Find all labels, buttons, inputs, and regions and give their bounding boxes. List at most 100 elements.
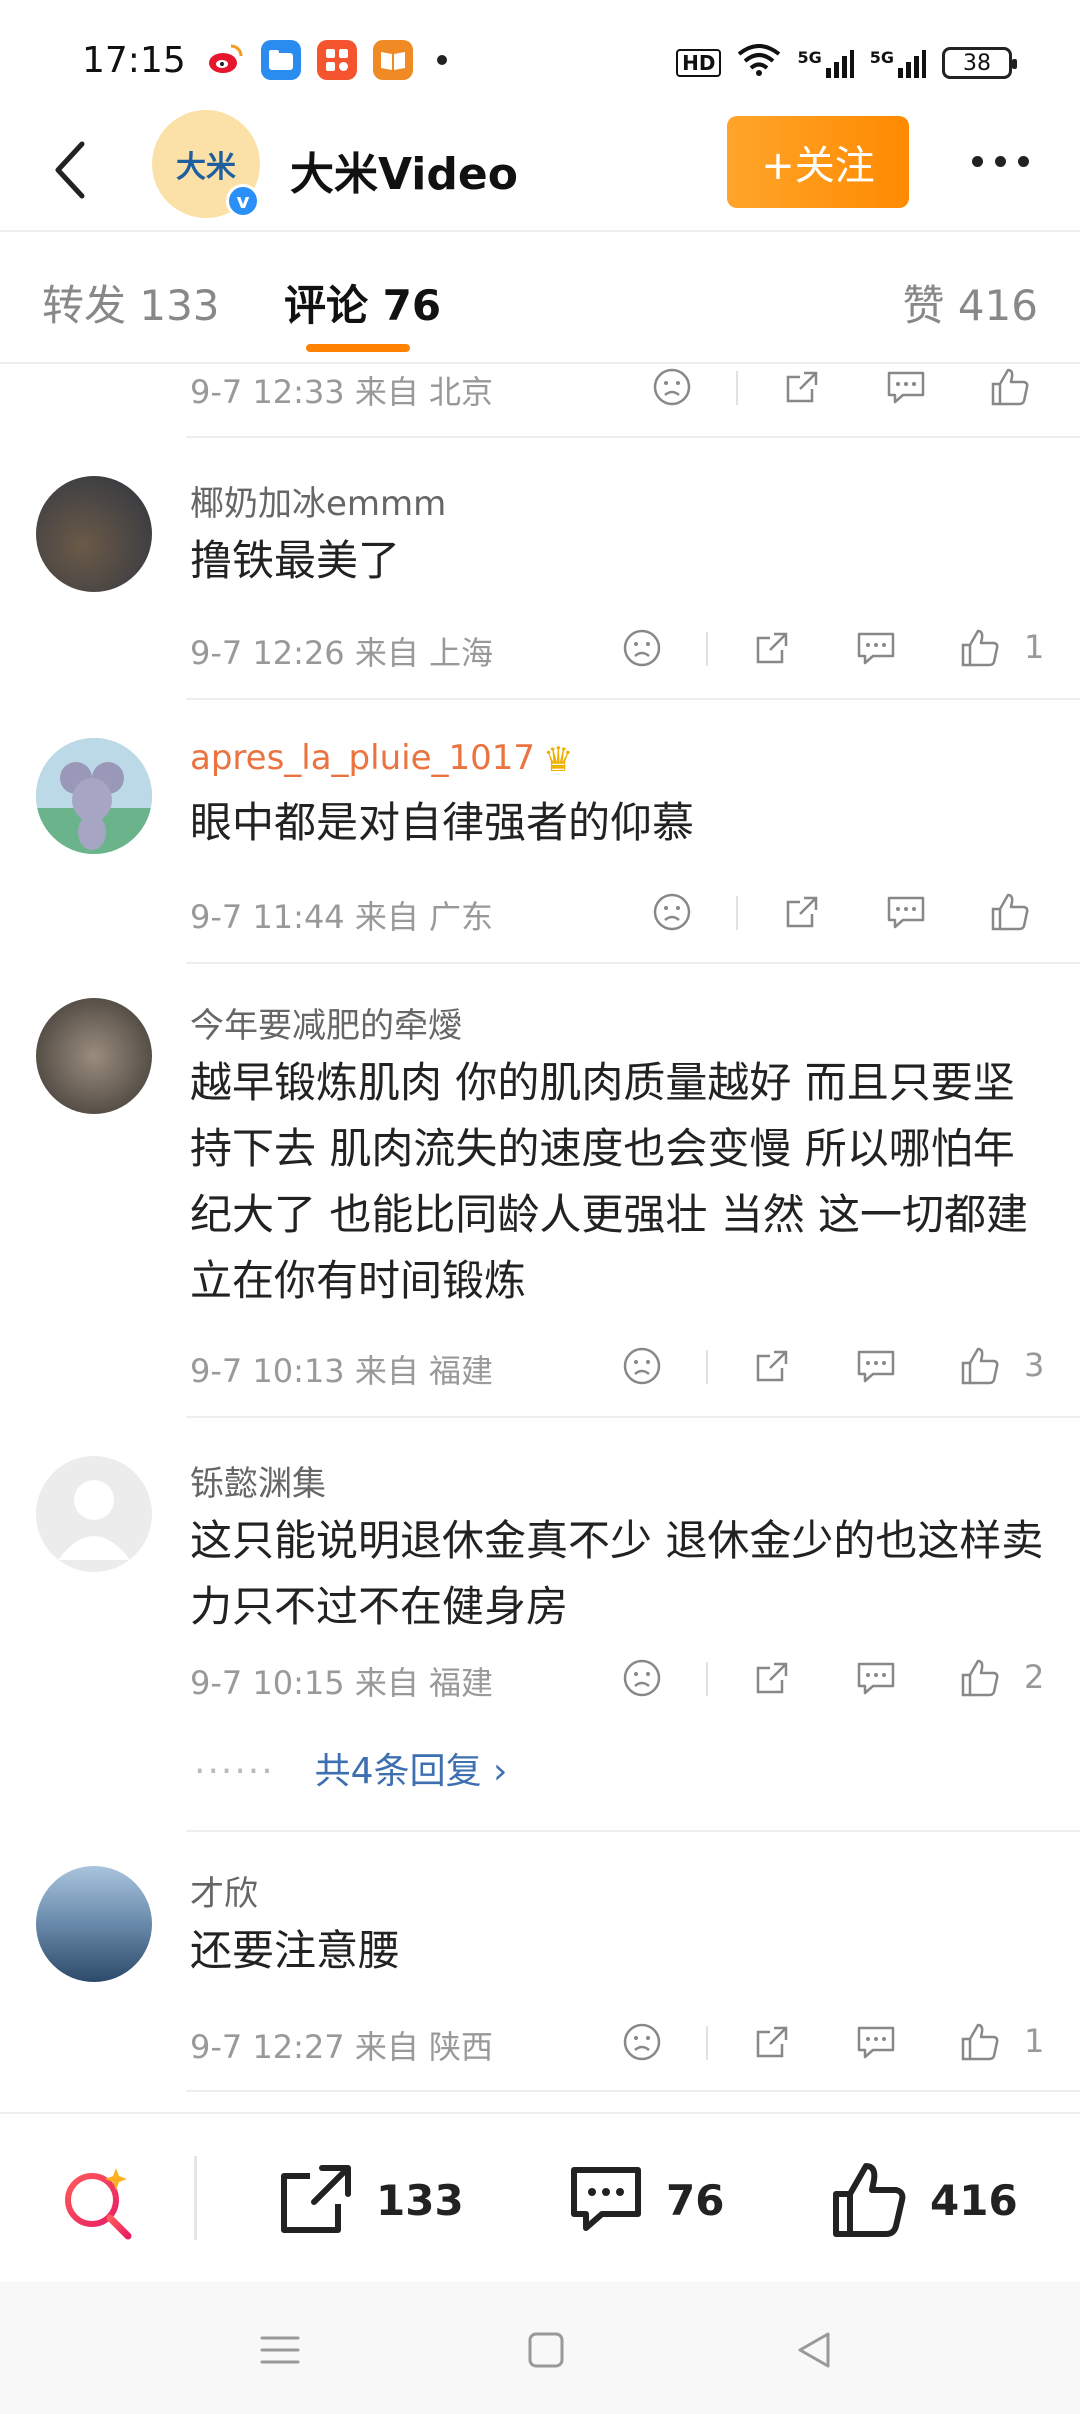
battery-icon: 38 xyxy=(942,47,1017,79)
like-button[interactable] xyxy=(988,365,1032,409)
comment-meta-row: 9-7 10:15 来自 福建 2 xyxy=(0,1648,1080,1708)
share-icon xyxy=(786,896,818,928)
comment-username[interactable]: apres_la_pluie_1017 ♛ xyxy=(190,738,574,780)
action-separator xyxy=(736,371,738,405)
comment-bubble-icon xyxy=(887,371,925,404)
user-avatar[interactable] xyxy=(36,738,152,854)
action-separator xyxy=(706,632,708,666)
share-button[interactable] xyxy=(780,365,824,409)
share-icon xyxy=(281,2165,351,2233)
account-name[interactable]: 大米Video xyxy=(290,138,518,202)
comment-time-location: 9-7 12:27 来自 陕西 xyxy=(190,2028,494,2066)
comment-item: apres_la_pluie_1017 ♛ 眼中都是对自律强者的仰慕 9-7 11… xyxy=(0,698,1080,960)
user-avatar[interactable] xyxy=(36,476,152,592)
more-dot-icon xyxy=(971,155,983,167)
thumbs-up-icon xyxy=(961,1347,999,1385)
frown-face-icon xyxy=(653,893,691,931)
weibo-app-icon xyxy=(205,40,245,80)
comment-bubble-icon xyxy=(571,2167,641,2231)
share-icon xyxy=(786,371,818,403)
comment-bubble-icon xyxy=(857,632,895,665)
signal-1-icon: 5G xyxy=(797,48,854,78)
comment-time-location: 9-7 10:13 来自 福建 xyxy=(190,1352,494,1390)
reply-button[interactable] xyxy=(854,1656,898,1700)
menu-lines-icon xyxy=(260,2336,300,2364)
comment-username[interactable]: 铄懿渊集 xyxy=(190,1456,326,1505)
comment-time-location: 9-7 10:15 来自 福建 xyxy=(190,1664,494,1702)
like-button[interactable] xyxy=(958,626,1002,670)
avatar-logo-text: 大米 xyxy=(176,150,236,185)
thumbs-up-icon xyxy=(991,368,1029,406)
follow-button[interactable]: +关注 xyxy=(727,116,909,208)
frown-face-icon xyxy=(623,1659,661,1697)
more-options-button[interactable] xyxy=(960,146,1040,176)
back-arrow-icon xyxy=(55,141,85,199)
reader-app-icon xyxy=(373,40,413,80)
dislike-button[interactable] xyxy=(650,365,694,409)
dislike-button[interactable] xyxy=(620,1656,664,1700)
user-avatar[interactable] xyxy=(36,998,152,1114)
status-notification-icons xyxy=(205,40,447,80)
comment-username[interactable]: 才欣 xyxy=(190,1866,258,1915)
tab-likes[interactable]: 赞 416 xyxy=(902,272,1038,333)
comment-meta-row: 9-7 12:27 来自 陕西 1 xyxy=(0,2012,1080,2072)
share-button[interactable] xyxy=(750,2020,794,2064)
user-avatar[interactable] xyxy=(36,1866,152,1982)
comment-meta-row: 9-7 12:33 来自 北京 xyxy=(0,357,1080,417)
comment-username[interactable]: 椰奶加冰emmm xyxy=(190,476,446,525)
thumbs-up-icon xyxy=(961,2023,999,2061)
reply-button[interactable] xyxy=(884,890,928,934)
repost-button[interactable]: 133 xyxy=(276,2158,464,2242)
share-button[interactable] xyxy=(750,626,794,670)
share-button[interactable] xyxy=(750,1344,794,1388)
active-tab-indicator xyxy=(306,344,410,352)
nav-back-button[interactable] xyxy=(786,2322,842,2378)
files-app-icon xyxy=(261,40,301,80)
dislike-button[interactable] xyxy=(650,890,694,934)
action-separator xyxy=(706,1350,708,1384)
comment-time-location: 9-7 12:33 来自 北京 xyxy=(190,373,494,411)
like-button[interactable] xyxy=(958,1656,1002,1700)
post-tabs: 转发 133 评论 76 赞 416 xyxy=(0,232,1080,360)
back-button[interactable] xyxy=(40,130,100,210)
app-store-icon xyxy=(317,40,357,80)
nav-home-button[interactable] xyxy=(518,2322,574,2378)
like-button[interactable] xyxy=(988,890,1032,934)
dislike-button[interactable] xyxy=(620,626,664,670)
share-button[interactable] xyxy=(780,890,824,934)
comment-item: 才欣 还要注意腰 9-7 12:27 来自 陕西 1 xyxy=(0,1830,1080,2090)
view-replies-link[interactable]: ······ 共4条回复 › xyxy=(194,1742,507,1794)
like-post-button[interactable]: 416 xyxy=(830,2158,1018,2242)
comment-username[interactable]: 今年要减肥的牵燰 xyxy=(190,998,462,1047)
network-type-1: 5G xyxy=(797,48,822,67)
network-type-2: 5G xyxy=(869,48,894,67)
user-avatar[interactable] xyxy=(36,1456,152,1572)
share-icon xyxy=(756,1350,788,1382)
tab-comments[interactable]: 评论 76 xyxy=(284,272,441,333)
comment-item: 椰奶加冰emmm 撸铁最美了 9-7 12:26 来自 上海 1 xyxy=(0,436,1080,696)
reply-button[interactable] xyxy=(854,626,898,670)
reply-button[interactable] xyxy=(854,1344,898,1388)
action-separator xyxy=(706,1662,708,1696)
like-button[interactable] xyxy=(958,1344,1002,1388)
comment-button[interactable]: 76 xyxy=(566,2158,724,2242)
repost-count: 133 xyxy=(376,2175,464,2225)
comment-meta-row: 9-7 11:44 来自 广东 xyxy=(0,882,1080,942)
comment-meta-row: 9-7 12:26 来自 上海 1 xyxy=(0,618,1080,678)
frown-face-icon xyxy=(623,1347,661,1385)
reply-button[interactable] xyxy=(854,2020,898,2064)
dislike-button[interactable] xyxy=(620,2020,664,2064)
dislike-button[interactable] xyxy=(620,1344,664,1388)
bottom-bar-separator xyxy=(194,2156,197,2240)
share-button[interactable] xyxy=(750,1656,794,1700)
system-nav-bar xyxy=(0,2282,1080,2414)
nav-menu-button[interactable] xyxy=(252,2322,308,2378)
thumbs-up-icon xyxy=(961,1659,999,1697)
comment-bubble-icon xyxy=(887,896,925,929)
reply-button[interactable] xyxy=(884,365,928,409)
notification-dot xyxy=(437,55,447,65)
share-icon xyxy=(756,632,788,664)
like-button[interactable] xyxy=(958,2020,1002,2064)
tab-reposts[interactable]: 转发 133 xyxy=(42,272,220,333)
ai-search-button[interactable] xyxy=(58,2162,138,2242)
